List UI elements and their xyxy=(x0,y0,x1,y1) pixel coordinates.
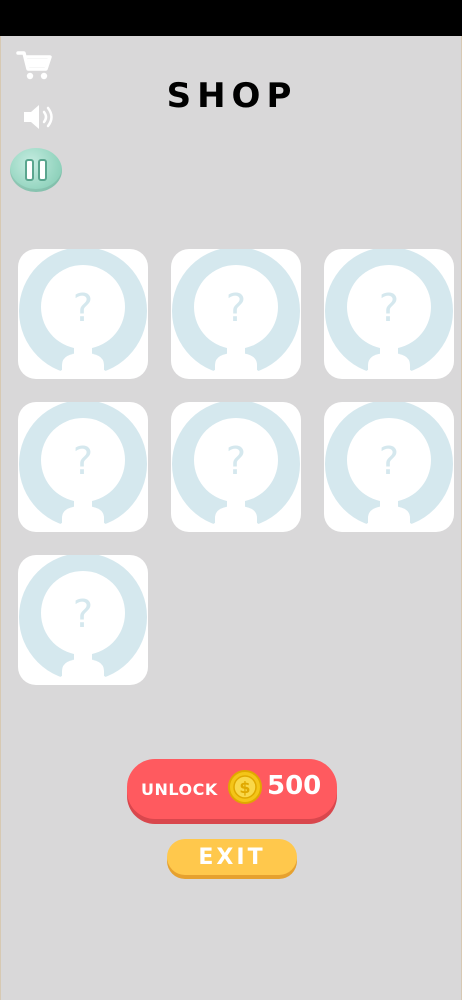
shop-item-grid: ??????? xyxy=(18,249,454,685)
unlock-button[interactable]: UNLOCK $ 500 xyxy=(127,759,337,819)
page-title: SHOP xyxy=(166,76,298,116)
pause-bar-right xyxy=(38,159,47,181)
pause-button[interactable] xyxy=(10,148,62,192)
status-bar xyxy=(0,0,462,36)
pause-icon xyxy=(23,159,49,181)
locked-character-icon: ? xyxy=(325,249,453,379)
question-mark: ? xyxy=(226,439,246,483)
question-mark: ? xyxy=(379,439,399,483)
locked-character-icon: ? xyxy=(325,402,453,532)
exit-label: EXIT xyxy=(198,844,266,870)
locked-character-icon: ? xyxy=(19,402,147,532)
shop-item-card[interactable]: ? xyxy=(18,555,148,685)
pause-bar-left xyxy=(25,159,34,181)
locked-character-icon: ? xyxy=(19,555,147,685)
shop-item-card[interactable]: ? xyxy=(324,249,454,379)
shop-item-card[interactable]: ? xyxy=(18,402,148,532)
svg-text:$: $ xyxy=(239,778,250,797)
shop-screen: SHOP ??????? UNLOCK $ 500 EXIT xyxy=(0,36,462,1000)
question-mark: ? xyxy=(73,439,93,483)
question-mark: ? xyxy=(379,286,399,330)
exit-button[interactable]: EXIT xyxy=(167,839,297,875)
question-mark: ? xyxy=(226,286,246,330)
unlock-price: 500 xyxy=(267,771,322,801)
locked-character-icon: ? xyxy=(172,249,300,379)
question-mark: ? xyxy=(73,592,93,636)
locked-character-icon: ? xyxy=(19,249,147,379)
locked-character-icon: ? xyxy=(172,402,300,532)
shop-item-card[interactable]: ? xyxy=(171,249,301,379)
shop-item-card[interactable]: ? xyxy=(171,402,301,532)
shop-item-card[interactable]: ? xyxy=(18,249,148,379)
unlock-label: UNLOCK xyxy=(141,780,218,799)
coin-icon: $ xyxy=(228,770,262,804)
question-mark: ? xyxy=(73,286,93,330)
shop-item-card[interactable]: ? xyxy=(324,402,454,532)
